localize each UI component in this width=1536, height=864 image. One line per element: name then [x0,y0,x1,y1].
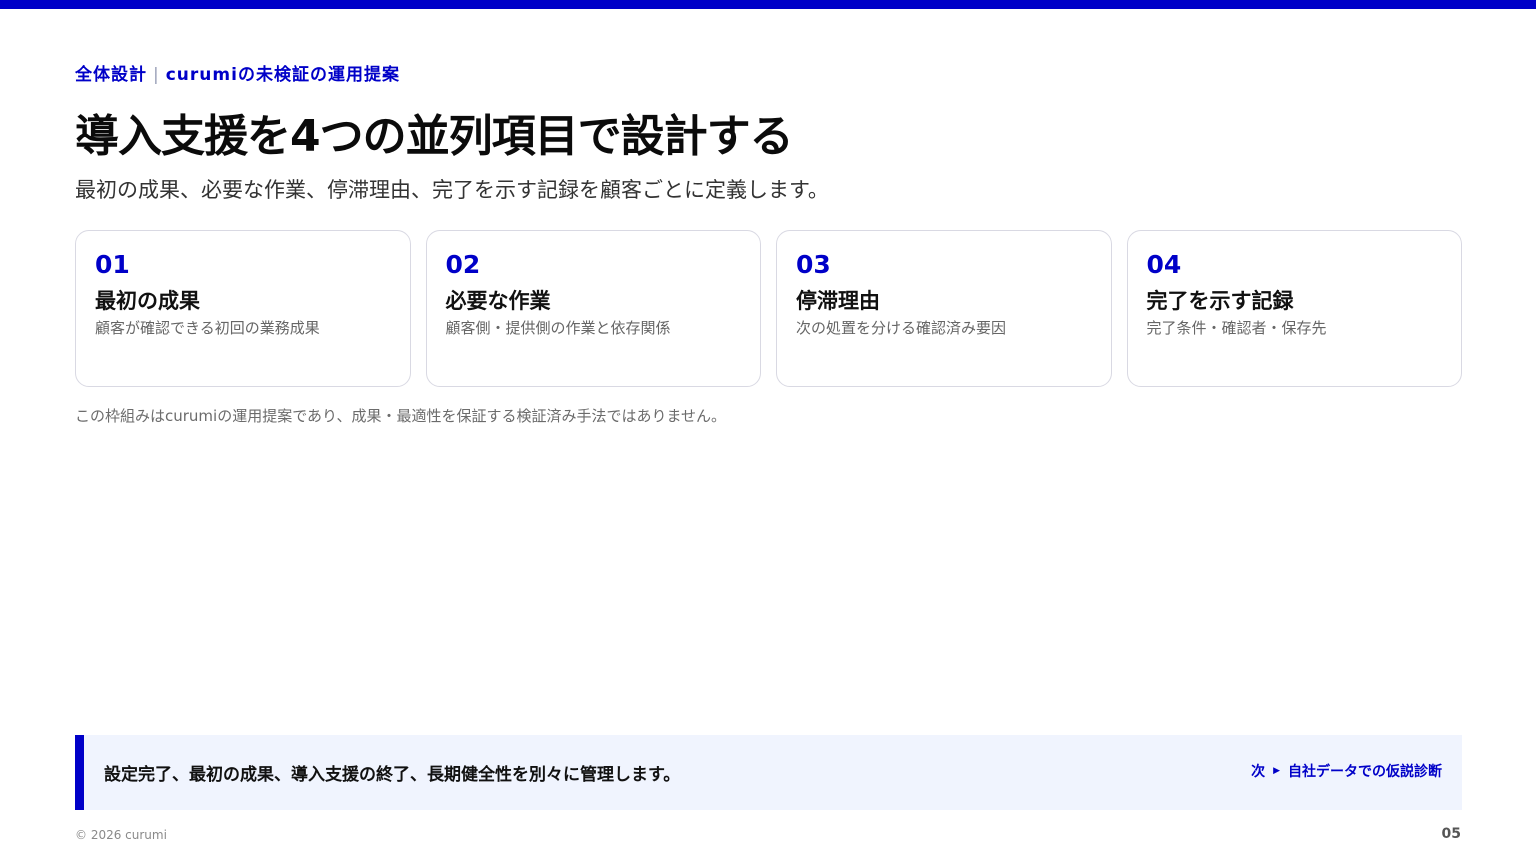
card-number: 04 [1146,250,1182,279]
card-description: 顧客が確認できる初回の業務成果 [95,319,320,337]
card-title: 必要な作業 [445,289,551,313]
card-number: 01 [95,250,130,279]
card-stall-reasons: 03 停滞理由 次の処置を分ける確認済み要因 [776,230,1112,387]
card-number: 02 [445,250,481,279]
card-title: 停滞理由 [796,289,880,313]
card-grid: 01 最初の成果 顧客が確認できる初回の業務成果 02 必要な作業 顧客側・提供… [75,230,1462,387]
eyebrow-section-label: 全体設計 [75,65,147,85]
card-required-work: 02 必要な作業 顧客側・提供側の作業と依存関係 [425,230,761,387]
card-title: 最初の成果 [95,289,200,313]
eyebrow-separator: | [153,65,160,85]
footer-copyright: © 2026 curumi [75,828,167,842]
section-eyebrow: 全体設計 | curumiの未検証の運用提案 [75,60,400,85]
disclaimer-note: この枠組みはcurumiの運用提案であり、成果・最適性を保証する検証済み手法では… [75,407,727,425]
top-accent-bar [0,0,1536,9]
page-subtitle: 最初の成果、必要な作業、停滞理由、完了を示す記録を顧客ごとに定義します。 [75,178,829,202]
callout-text: 設定完了、最初の成果、導入支援の終了、長期健全性を別々に管理します。 [104,765,681,785]
card-description: 完了条件・確認者・保存先 [1146,319,1327,337]
page-title: 導入支援を4つの並列項目で設計する [75,111,794,162]
page-number: 05 [1441,826,1461,842]
next-slide-link[interactable]: 次 ▶ 自社データでの仮説診断 [1251,761,1442,781]
card-description: 顧客側・提供側の作業と依存関係 [445,319,671,337]
next-prefix: 次 [1251,763,1266,780]
summary-callout: 設定完了、最初の成果、導入支援の終了、長期健全性を別々に管理します。 次 ▶ 自… [75,735,1462,810]
next-label: 自社データでの仮説診断 [1288,763,1442,780]
card-description: 次の処置を分ける確認済み要因 [796,319,1007,337]
eyebrow-topic-label: curumiの未検証の運用提案 [165,65,400,85]
card-completion-record: 04 完了を示す記録 完了条件・確認者・保存先 [1126,230,1462,387]
card-first-outcome: 01 最初の成果 顧客が確認できる初回の業務成果 [75,230,411,387]
triangle-right-icon: ▶ [1273,765,1280,776]
card-title: 完了を示す記録 [1146,289,1294,313]
card-number: 03 [796,250,831,279]
